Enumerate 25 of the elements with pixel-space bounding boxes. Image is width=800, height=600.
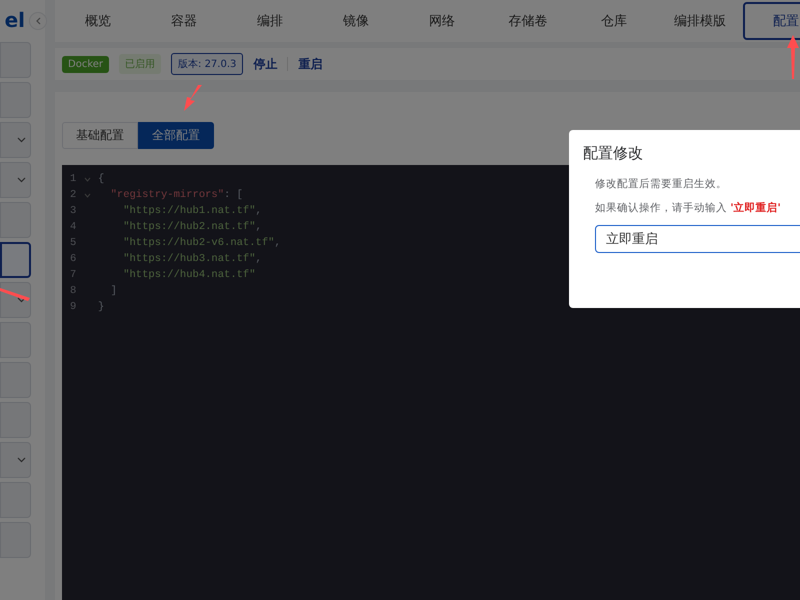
- line-number: 3: [70, 204, 78, 219]
- status-tag: 版本: 27.0.3: [171, 53, 244, 75]
- dialog-title: 配置修改: [583, 144, 644, 163]
- code-line: ]: [110, 284, 117, 299]
- line-number: 5: [70, 236, 78, 251]
- line-number: 9: [70, 300, 78, 315]
- status-tag: 已启用: [119, 54, 162, 74]
- logo-text: el: [4, 8, 25, 32]
- line-number: 1: [70, 172, 78, 187]
- code-line: "https://hub2-v6.nat.tf",: [122, 236, 281, 251]
- status-tag: Docker: [62, 56, 110, 72]
- line-number: 6: [70, 252, 78, 267]
- line-number: 7: [70, 268, 78, 283]
- code-line: "https://hub1.nat.tf",: [122, 204, 262, 219]
- code-line: "registry-mirrors": [: [110, 188, 243, 203]
- dialog-text: 修改配置后需要重启生效。: [595, 177, 728, 191]
- line-number: 8: [70, 284, 78, 299]
- dialog-text: 如果确认操作，请手动输入 '立即重启': [595, 201, 782, 215]
- code-line: "https://hub2.nat.tf",: [122, 220, 262, 235]
- code-line: "https://hub3.nat.tf",: [122, 252, 262, 267]
- code-line: "https://hub4.nat.tf": [122, 268, 256, 283]
- code-line: {: [98, 172, 104, 187]
- line-number: 4: [70, 220, 78, 235]
- line-number: 2: [70, 188, 78, 203]
- code-line: }: [98, 300, 104, 315]
